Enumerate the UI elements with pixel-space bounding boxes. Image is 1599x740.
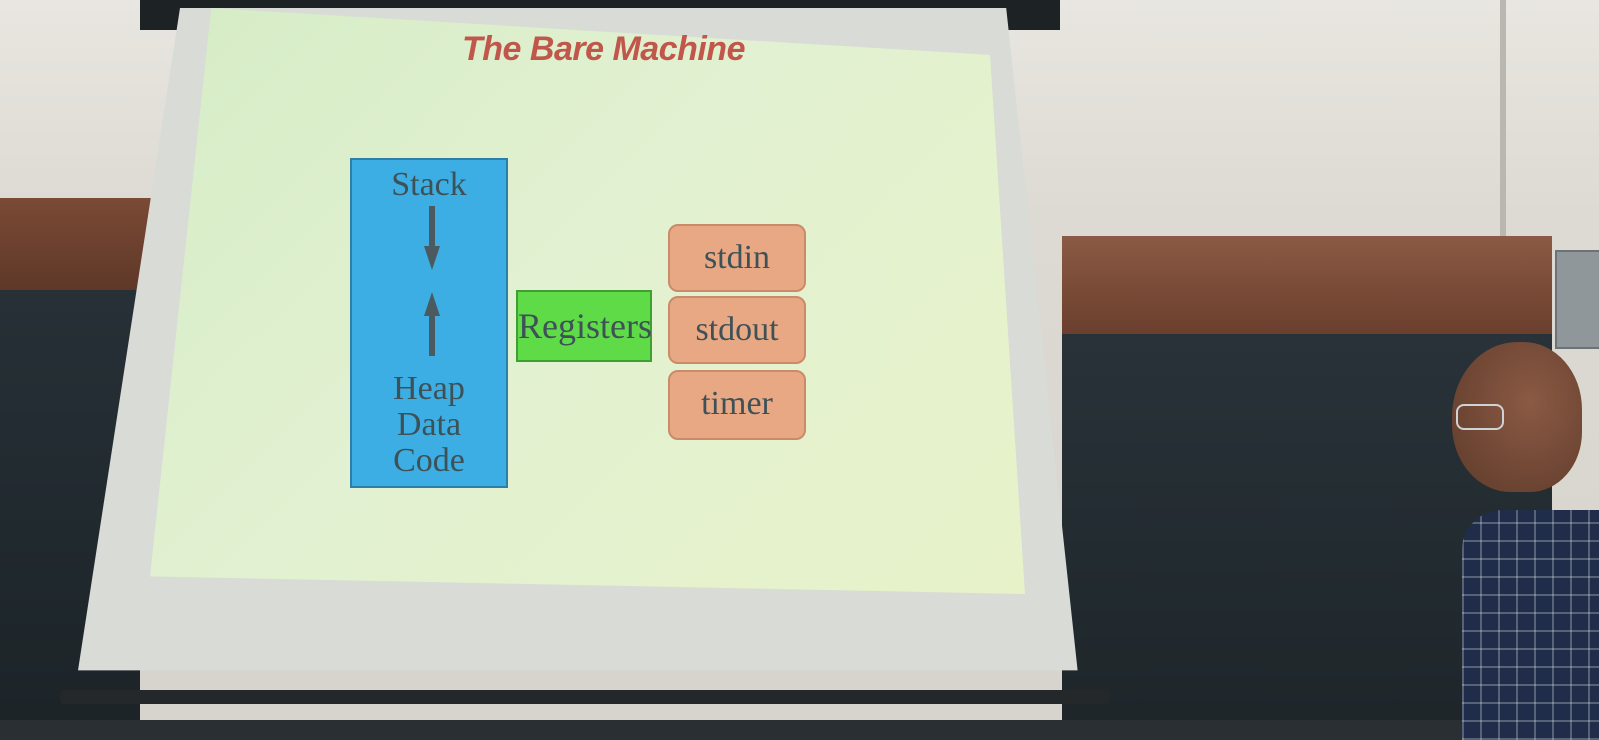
timer-block: timer	[668, 370, 806, 440]
wall-switch-panel	[1555, 250, 1599, 349]
wood-panel-left	[0, 198, 160, 290]
screen-bottom-bar	[60, 690, 1110, 704]
stdout-block: stdout	[668, 296, 806, 364]
heap-label: Heap	[393, 370, 465, 407]
registers-block: Registers	[516, 290, 652, 362]
arrow-up-icon	[424, 292, 440, 356]
wood-panel-right	[1062, 236, 1552, 334]
slide-title: The Bare Machine	[462, 30, 745, 68]
presenter-shirt	[1462, 510, 1599, 740]
wall-pipe	[1500, 0, 1506, 250]
presenter-glasses	[1456, 404, 1504, 430]
data-label: Data	[396, 406, 462, 443]
memory-block: Stack Heap Data Code	[350, 158, 508, 488]
stack-label: Stack	[391, 166, 467, 203]
code-label: Code	[393, 442, 465, 479]
arrow-down-icon	[424, 206, 440, 270]
stdin-block: stdin	[668, 224, 806, 292]
